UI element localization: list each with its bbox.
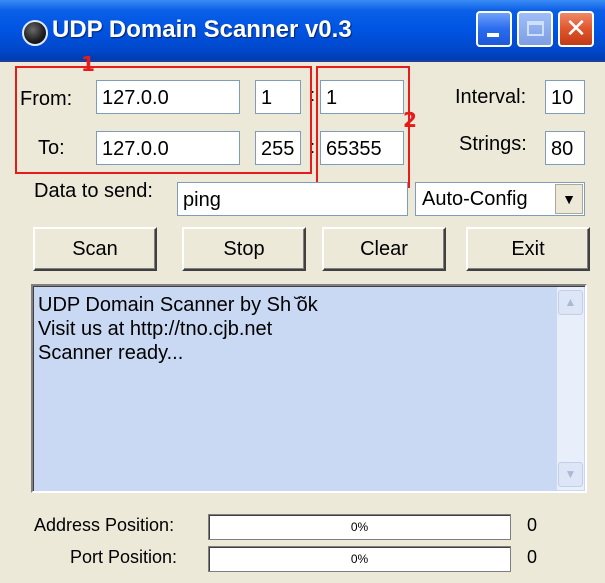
- maximize-button[interactable]: [517, 11, 553, 47]
- app-icon: [22, 20, 48, 46]
- scan-button[interactable]: Scan: [33, 227, 157, 271]
- clear-button[interactable]: Clear: [322, 227, 446, 271]
- output-log[interactable]: UDP Domain Scanner by Sh ̆õk Visit us a…: [31, 284, 587, 493]
- scroll-up-icon[interactable]: ▲: [558, 290, 583, 315]
- data-to-send-field[interactable]: ping: [177, 182, 408, 216]
- close-icon: ✕: [565, 14, 587, 44]
- scroll-down-icon[interactable]: ▼: [558, 462, 583, 487]
- port-progress-text: 0%: [350, 552, 369, 566]
- window-title: UDP Domain Scanner v0.3: [52, 16, 352, 43]
- exit-button[interactable]: Exit: [466, 227, 590, 271]
- interval-field[interactable]: 10: [545, 80, 585, 114]
- port-position-label: Port Position:: [70, 547, 178, 567]
- annotation-box-ports: [316, 66, 410, 188]
- port-progress-bar: 0%: [208, 546, 511, 572]
- address-position-label: Address Position:: [34, 515, 175, 535]
- annotation-number: 2: [403, 108, 417, 132]
- stop-button[interactable]: Stop: [182, 227, 306, 271]
- log-scrollbar[interactable]: ▲ ▼: [557, 287, 584, 490]
- address-progress-bar: 0%: [208, 514, 511, 540]
- data-to-send-label: Data to send:: [34, 180, 153, 202]
- config-mode-select[interactable]: Auto-Config ▼: [415, 182, 585, 216]
- close-button[interactable]: ✕: [558, 11, 594, 47]
- minimize-icon: [487, 33, 499, 37]
- annotation-box-range: [15, 66, 312, 174]
- annotation-number: 1: [81, 52, 95, 76]
- log-lines: UDP Domain Scanner by Sh ̆õk Visit us a…: [38, 293, 318, 365]
- strings-label: Strings:: [459, 133, 527, 155]
- chevron-down-icon[interactable]: ▼: [555, 184, 583, 214]
- maximize-icon: [527, 21, 544, 36]
- interval-label: Interval:: [455, 86, 527, 108]
- address-progress-text: 0%: [350, 520, 369, 534]
- address-count: 0: [527, 515, 538, 535]
- port-count: 0: [527, 547, 538, 567]
- log-line: Visit us at http://tno.cjb.net: [38, 318, 273, 340]
- minimize-button[interactable]: [476, 11, 512, 47]
- strings-field[interactable]: 80: [545, 131, 585, 165]
- config-mode-value: Auto-Config: [422, 188, 528, 210]
- log-line: Scanner ready...: [38, 342, 184, 364]
- scanner-window: UDP Domain Scanner v0.3 ✕ From: 127.0.0 …: [0, 0, 605, 583]
- log-line: UDP Domain Scanner by Sh ̆õk: [38, 294, 318, 316]
